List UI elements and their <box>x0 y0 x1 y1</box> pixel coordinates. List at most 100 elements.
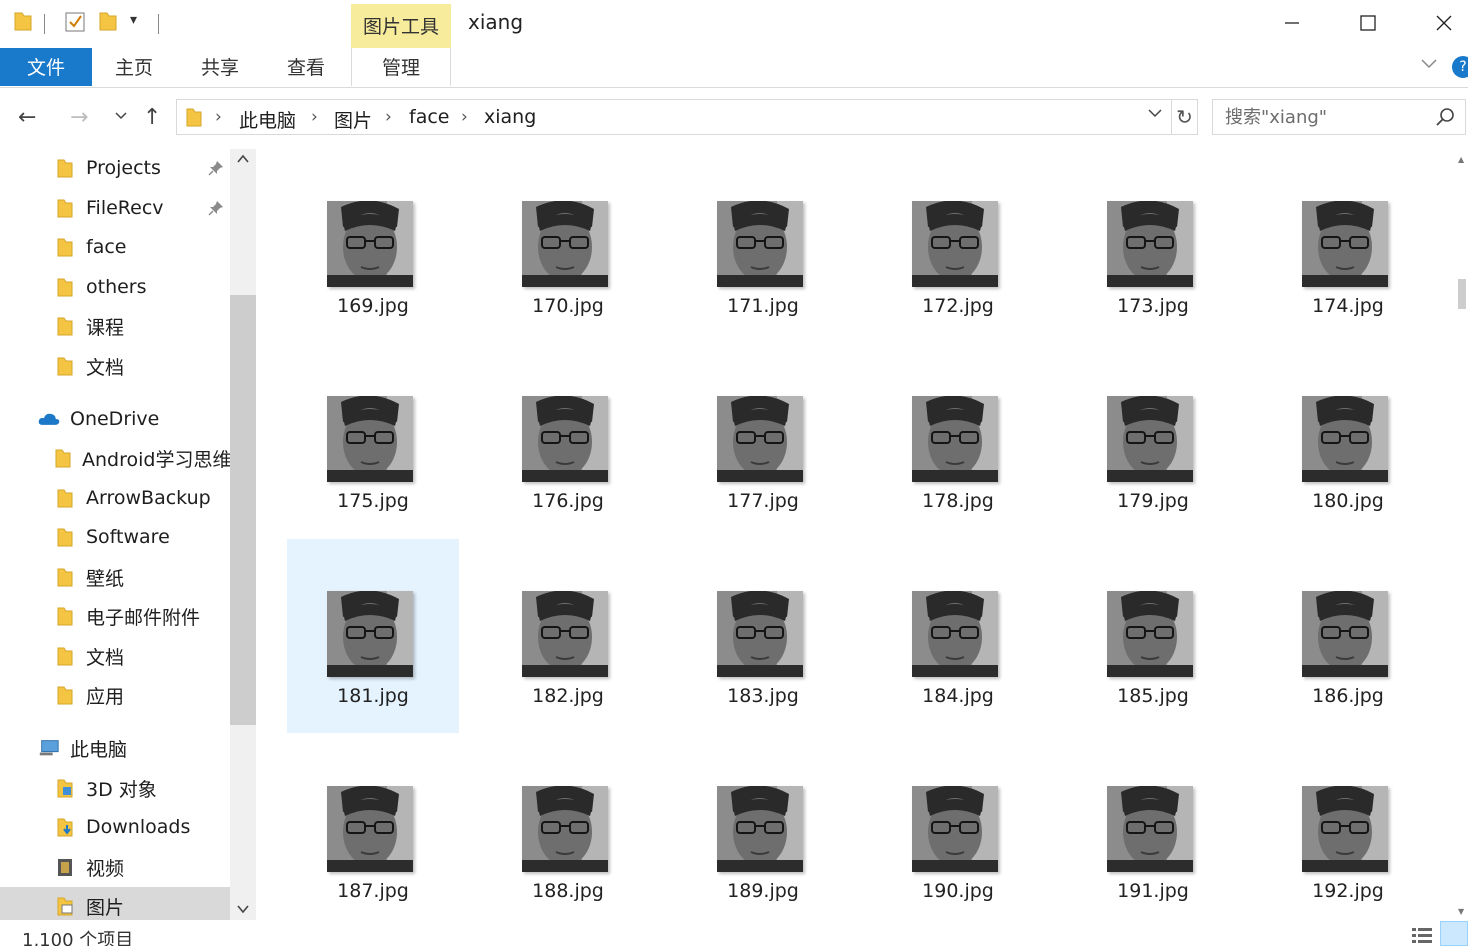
scroll-up-chevron-icon[interactable] <box>236 153 250 168</box>
file-item[interactable]: 176.jpg <box>482 344 654 538</box>
image-thumbnail <box>912 201 998 287</box>
breadcrumb-separator-icon[interactable]: › <box>215 107 222 127</box>
tab-share[interactable]: 共享 <box>184 48 256 86</box>
recent-locations-chevron-icon[interactable] <box>114 109 128 125</box>
file-item[interactable]: 191.jpg <box>1067 734 1239 920</box>
help-icon[interactable]: ? <box>1452 56 1468 78</box>
file-item[interactable]: 174.jpg <box>1262 149 1434 343</box>
tab-view[interactable]: 查看 <box>270 48 342 86</box>
nav-scrollbar[interactable] <box>230 149 256 920</box>
nav-item-1[interactable]: Projects <box>0 149 230 187</box>
refresh-button[interactable]: ↻ <box>1172 99 1198 135</box>
file-item[interactable]: 178.jpg <box>872 344 1044 538</box>
nav-item-3[interactable]: face <box>0 228 230 266</box>
minimize-button[interactable] <box>1262 0 1322 46</box>
file-item[interactable]: 179.jpg <box>1067 344 1239 538</box>
breadcrumb-separator-icon[interactable]: › <box>385 107 392 127</box>
breadcrumb-xiang[interactable]: xiang <box>484 106 536 128</box>
file-item[interactable]: 185.jpg <box>1067 539 1239 733</box>
file-item[interactable]: 180.jpg <box>1262 344 1434 538</box>
file-item[interactable]: 187.jpg <box>287 734 459 920</box>
file-item[interactable]: 183.jpg <box>677 539 849 733</box>
file-name: 175.jpg <box>337 490 409 512</box>
up-arrow-icon[interactable]: ↑ <box>143 105 161 130</box>
nav-item-18[interactable]: 视频 <box>0 848 230 886</box>
expand-ribbon-chevron-icon[interactable] <box>1420 58 1438 74</box>
file-item[interactable]: 177.jpg <box>677 344 849 538</box>
scrollbar-thumb[interactable] <box>1458 279 1466 309</box>
scroll-down-arrow-icon[interactable]: ▼ <box>1458 907 1464 916</box>
nav-item-11[interactable]: 壁纸 <box>0 558 230 596</box>
image-thumbnail <box>717 786 803 872</box>
file-item[interactable]: 171.jpg <box>677 149 849 343</box>
close-button[interactable] <box>1414 0 1468 46</box>
nav-item-label: 壁纸 <box>86 567 125 590</box>
search-input[interactable] <box>1225 102 1425 132</box>
breadcrumb-separator-icon[interactable]: › <box>311 107 318 127</box>
breadcrumb-pictures[interactable]: 图片 <box>334 106 372 133</box>
scroll-up-arrow-icon[interactable]: ▲ <box>1458 155 1464 164</box>
tab-manage[interactable]: 管理 <box>351 48 451 86</box>
nav-item-17[interactable]: Downloads <box>0 808 230 846</box>
properties-check-icon[interactable] <box>63 10 87 38</box>
folder-icon <box>54 566 76 588</box>
nav-item-6[interactable]: 文档 <box>0 347 230 385</box>
new-folder-icon[interactable] <box>98 10 118 36</box>
folder-icon[interactable] <box>13 10 33 36</box>
file-item[interactable]: 172.jpg <box>872 149 1044 343</box>
search-box[interactable] <box>1212 99 1466 135</box>
address-dropdown-chevron-icon[interactable] <box>1147 108 1163 124</box>
large-icons-view-icon[interactable] <box>1440 921 1468 946</box>
nav-item-9[interactable]: ArrowBackup <box>0 479 230 517</box>
file-item[interactable]: 170.jpg <box>482 149 654 343</box>
nav-item-10[interactable]: Software <box>0 518 230 556</box>
navigation-bar: ← → ↑ › 此电脑 › 图片 › face › xiang ↻ <box>0 89 1468 149</box>
tab-home[interactable]: 主页 <box>98 48 170 86</box>
nav-item-13[interactable]: 文档 <box>0 637 230 675</box>
search-icon[interactable] <box>1435 107 1455 131</box>
nav-item-19[interactable]: 图片 <box>0 887 230 920</box>
file-item[interactable]: 184.jpg <box>872 539 1044 733</box>
image-thumbnail <box>717 396 803 482</box>
image-thumbnail <box>327 786 413 872</box>
content-scrollbar[interactable]: ▲ ▼ <box>1456 149 1468 920</box>
nav-item-5[interactable]: 课程 <box>0 307 230 345</box>
pin-icon[interactable] <box>208 199 224 221</box>
scrollbar-thumb[interactable] <box>230 295 256 725</box>
back-arrow-icon[interactable]: ← <box>18 105 36 130</box>
file-item[interactable]: 181.jpg <box>287 539 459 733</box>
breadcrumb-separator-icon[interactable]: › <box>461 107 468 127</box>
toolbar-divider <box>158 14 159 34</box>
address-bar[interactable]: › 此电脑 › 图片 › face › xiang <box>176 99 1172 135</box>
folder-icon <box>54 197 76 219</box>
nav-item-15[interactable]: 此电脑 <box>0 729 230 767</box>
file-item[interactable]: 190.jpg <box>872 734 1044 920</box>
file-item[interactable]: 192.jpg <box>1262 734 1434 920</box>
forward-arrow-icon[interactable]: → <box>70 105 88 130</box>
nav-item-8[interactable]: Android学习思维 <box>0 439 230 477</box>
file-item[interactable]: 175.jpg <box>287 344 459 538</box>
nav-item-14[interactable]: 应用 <box>0 676 230 714</box>
file-item[interactable]: 173.jpg <box>1067 149 1239 343</box>
customize-toolbar-dropdown[interactable]: ▾ <box>130 12 137 28</box>
maximize-button[interactable] <box>1338 0 1398 46</box>
3d-objects-icon <box>54 777 76 799</box>
nav-item-16[interactable]: 3D 对象 <box>0 769 230 807</box>
file-item[interactable]: 186.jpg <box>1262 539 1434 733</box>
nav-item-2[interactable]: FileRecv <box>0 189 230 227</box>
file-item[interactable]: 182.jpg <box>482 539 654 733</box>
breadcrumb-this-pc[interactable]: 此电脑 <box>239 106 296 133</box>
scroll-down-chevron-icon[interactable] <box>236 903 250 918</box>
file-item[interactable]: 188.jpg <box>482 734 654 920</box>
tab-file[interactable]: 文件 <box>0 48 92 86</box>
file-item[interactable]: 169.jpg <box>287 149 459 343</box>
file-item[interactable]: 189.jpg <box>677 734 849 920</box>
pin-icon[interactable] <box>208 159 224 181</box>
nav-item-4[interactable]: others <box>0 268 230 306</box>
folder-icon <box>54 684 76 706</box>
nav-item-7[interactable]: OneDrive <box>0 400 230 438</box>
nav-item-12[interactable]: 电子邮件附件 <box>0 597 230 635</box>
file-name: 190.jpg <box>922 880 994 902</box>
breadcrumb-face[interactable]: face <box>409 106 449 128</box>
details-view-icon[interactable] <box>1410 925 1434 946</box>
